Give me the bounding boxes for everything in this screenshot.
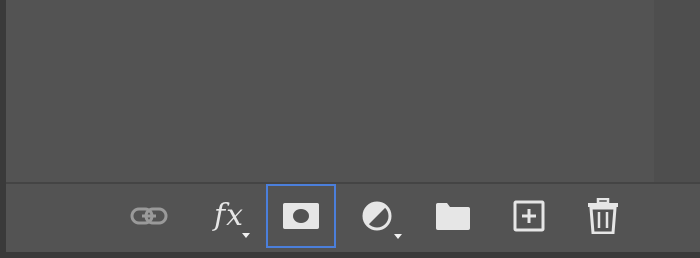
new-layer-button[interactable] [494,184,564,248]
adjustment-layer-button[interactable] [342,184,412,248]
delete-layer-button[interactable] [568,184,638,248]
new-layer-icon [513,200,545,232]
add-mask-button[interactable] [266,184,336,248]
mask-icon [283,203,319,229]
layers-toolbar: fx [6,184,700,252]
chevron-down-icon [242,233,250,238]
layers-panel: fx [0,0,700,258]
trash-icon [587,198,619,234]
fx-icon: fx [213,198,245,233]
link-layers-button[interactable] [114,184,184,248]
layer-style-button[interactable]: fx [194,184,264,248]
layers-list-area[interactable] [6,0,654,182]
new-group-button[interactable] [418,184,488,248]
panel-bottom-edge [0,252,700,258]
folder-icon [435,201,471,231]
adjustment-circle-icon [360,199,394,233]
link-icon [129,204,169,228]
panel-scrollbar-track[interactable] [654,0,700,182]
chevron-down-icon [394,234,402,239]
